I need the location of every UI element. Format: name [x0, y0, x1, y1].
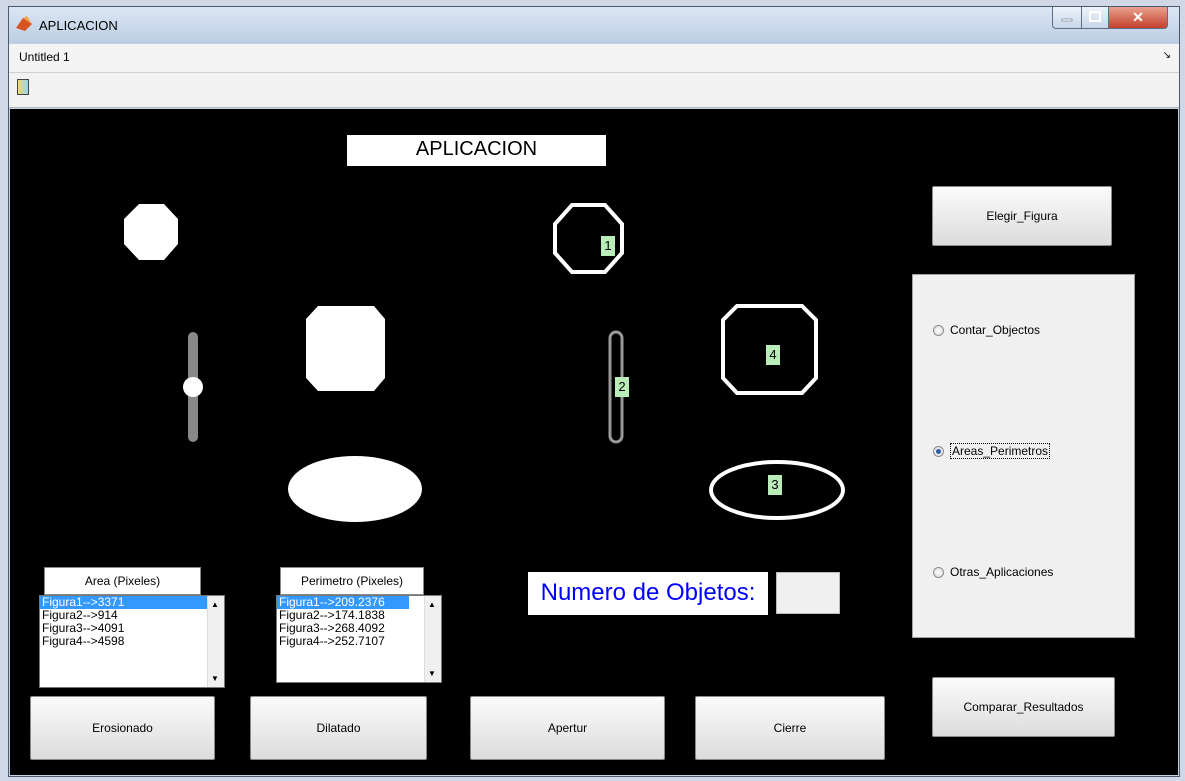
minimize-button[interactable]: [1052, 7, 1082, 29]
filled-octagon-shape: [124, 204, 178, 260]
area-header: Area (Pixeles): [44, 567, 201, 595]
erosionado-button[interactable]: Erosionado: [30, 696, 215, 760]
minimize-icon: [1061, 18, 1073, 22]
filled-ellipse-shape: [288, 456, 422, 522]
toolbar: [9, 73, 1179, 108]
window-title: APLICACION: [39, 18, 118, 33]
figure-label-3: 3: [768, 475, 782, 495]
radio-button-icon[interactable]: [933, 445, 944, 457]
radio-button-icon[interactable]: [933, 324, 944, 336]
numero-objetos-field[interactable]: [776, 572, 840, 614]
list-item[interactable]: Figura4-->4598: [40, 635, 224, 648]
dilatado-button[interactable]: Dilatado: [250, 696, 427, 760]
scroll-down-icon[interactable]: ▼: [428, 669, 436, 678]
scroll-up-icon[interactable]: ▲: [211, 600, 219, 609]
perimetro-listbox[interactable]: Figura1-->209.2376 Figura2-->174.1838 Fi…: [276, 595, 442, 683]
maximize-button[interactable]: [1081, 7, 1109, 29]
application-window: APLICACION ✕ Untitled 1 ↘ APLICACION 1 2…: [8, 6, 1180, 777]
figure-canvas: APLICACION 1 2 3 4 Elegir_Figura Contar_…: [10, 109, 1178, 775]
radio-contar-objectos[interactable]: Contar_Objectos: [933, 323, 1040, 337]
figure-icon[interactable]: [17, 79, 29, 95]
filled-square-shape: [306, 306, 385, 391]
options-panel: Contar_Objectos Areas_Perimetros Otras_A…: [912, 274, 1135, 638]
scroll-down-icon[interactable]: ▼: [211, 674, 219, 683]
list-item[interactable]: Figura4-->252.7107: [277, 635, 441, 648]
close-icon: ✕: [1132, 9, 1144, 25]
maximize-icon: [1089, 11, 1101, 22]
radio-button-icon[interactable]: [933, 566, 944, 578]
filled-circle-shape: [183, 377, 203, 397]
cierre-button[interactable]: Cierre: [695, 696, 885, 760]
title-bar[interactable]: APLICACION ✕: [9, 7, 1179, 43]
comparar-resultados-button[interactable]: Comparar_Resultados: [932, 677, 1115, 737]
matlab-icon: [16, 16, 32, 31]
radio-label: Areas_Perimetros: [950, 443, 1051, 459]
numero-objetos-label: Numero de Objetos:: [528, 572, 768, 615]
figure-label-1: 1: [601, 236, 615, 256]
perimetro-header: Perimetro (Pixeles): [280, 567, 424, 595]
close-button[interactable]: ✕: [1108, 7, 1168, 29]
document-name: Untitled 1: [19, 50, 70, 64]
radio-label: Otras_Aplicaciones: [950, 565, 1054, 579]
area-listbox[interactable]: Figura1-->3371 Figura2-->914 Figura3-->4…: [39, 595, 225, 688]
scroll-up-icon[interactable]: ▲: [428, 600, 436, 609]
radio-areas-perimetros[interactable]: Areas_Perimetros: [933, 443, 1051, 459]
dock-arrow-icon[interactable]: ↘: [1163, 50, 1171, 61]
original-image: [124, 204, 422, 522]
app-title: APLICACION: [347, 135, 606, 166]
scrollbar[interactable]: ▲ ▼: [424, 596, 441, 682]
radio-label: Contar_Objectos: [950, 323, 1041, 337]
figure-label-2: 2: [615, 377, 629, 397]
processed-image: [553, 203, 845, 520]
figure-label-4: 4: [766, 345, 780, 365]
elegir-figura-button[interactable]: Elegir_Figura: [932, 186, 1112, 246]
apertur-button[interactable]: Apertur: [470, 696, 665, 760]
radio-otras-aplicaciones[interactable]: Otras_Aplicaciones: [933, 565, 1053, 579]
scrollbar[interactable]: ▲ ▼: [207, 596, 224, 687]
menu-bar: Untitled 1 ↘: [9, 44, 1179, 73]
